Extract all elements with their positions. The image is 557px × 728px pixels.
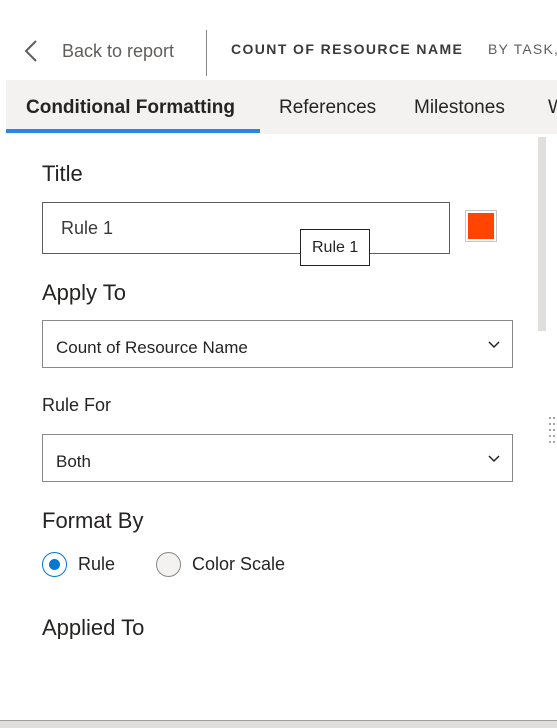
applied-to-label: Applied To [42, 615, 145, 640]
tab-references[interactable]: References [279, 80, 376, 134]
title-color-picker[interactable] [465, 210, 497, 242]
format-by-rule-option[interactable]: Rule [42, 550, 115, 578]
breadcrumb-title: COUNT OF RESOURCE NAME [231, 41, 464, 57]
radio-color-scale[interactable] [156, 551, 181, 577]
title-tooltip: Rule 1 [300, 229, 371, 266]
tab-milestones[interactable]: Milestones [414, 80, 505, 134]
title-label: Title [42, 161, 83, 186]
tab-bar: Conditional Formatting References Milest… [6, 80, 557, 134]
apply-to-dropdown[interactable]: Count of Resource Name [42, 320, 513, 368]
format-by-label: Format By [42, 508, 144, 533]
rule-for-value: Both [56, 452, 91, 471]
radio-rule[interactable] [42, 551, 67, 577]
chevron-left-icon [24, 40, 37, 62]
scrollbar-thumb[interactable] [538, 137, 546, 331]
tab-conditional-formatting[interactable]: Conditional Formatting [26, 80, 235, 134]
format-pane: Back to report COUNT OF RESOURCE NAME BY… [0, 0, 557, 728]
format-by-color-scale-option[interactable]: Color Scale [156, 550, 285, 578]
drag-handle-icon[interactable] [548, 416, 557, 444]
header: Back to report COUNT OF RESOURCE NAME BY… [0, 0, 557, 80]
title-input[interactable] [42, 202, 450, 254]
header-divider [206, 30, 207, 76]
rule-for-label: Rule For [42, 395, 112, 415]
bottom-edge [0, 720, 557, 728]
apply-to-label: Apply To [42, 280, 126, 305]
rule-for-dropdown[interactable]: Both [42, 434, 513, 482]
color-swatch-fill [468, 213, 494, 239]
breadcrumb-subtitle: BY TASK, [488, 41, 557, 57]
back-to-report-button[interactable]: Back to report [22, 37, 174, 65]
tab-overflow[interactable]: W [548, 80, 557, 134]
pane-clip [0, 639, 535, 720]
back-label: Back to report [62, 40, 175, 61]
radio-rule-label: Rule [78, 553, 116, 574]
apply-to-value: Count of Resource Name [56, 338, 248, 357]
chevron-down-icon [488, 455, 500, 463]
radio-color-scale-label: Color Scale [192, 553, 286, 574]
active-tab-indicator [6, 129, 260, 133]
chevron-down-icon [488, 341, 500, 349]
